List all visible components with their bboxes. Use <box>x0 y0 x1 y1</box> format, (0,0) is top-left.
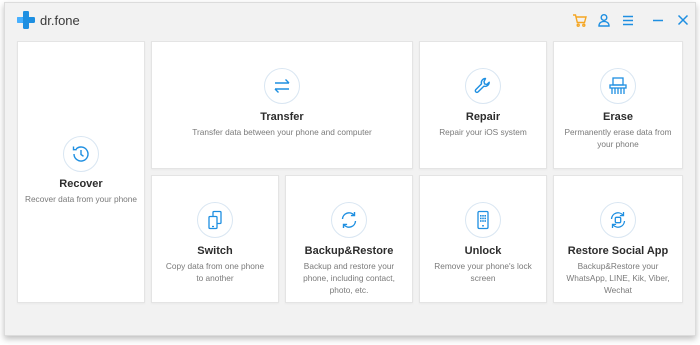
transfer-card[interactable]: Transfer Transfer data between your phon… <box>151 41 413 169</box>
transfer-desc: Transfer data between your phone and com… <box>192 127 372 137</box>
recover-card[interactable]: Recover Recover data from your phone <box>17 41 145 303</box>
switch-card[interactable]: Switch Copy data from one phone to anoth… <box>151 175 279 303</box>
restore-social-app-card[interactable]: Restore Social App Backup&Restore your W… <box>553 175 683 303</box>
minimize-icon[interactable] <box>650 12 666 28</box>
backup-restore-title: Backup&Restore <box>304 245 394 257</box>
recover-title: Recover <box>59 178 103 190</box>
wrench-icon <box>465 68 501 104</box>
repair-title: Repair <box>465 111 501 123</box>
app-name: dr.fone <box>40 12 80 28</box>
social-restore-icon <box>600 202 636 238</box>
user-icon[interactable] <box>596 12 612 28</box>
repair-card[interactable]: Repair Repair your iOS system <box>419 41 547 169</box>
recover-desc: Recover data from your phone <box>24 194 138 204</box>
erase-card[interactable]: Erase Permanently erase data from your p… <box>553 41 683 169</box>
repair-desc: Repair your iOS system <box>439 127 527 137</box>
app-window: dr.fone Recover Recover data from your p… <box>4 2 696 336</box>
restore-social-app-title: Restore Social App <box>567 245 669 257</box>
backup-restore-desc: Backup and restore your phone, including… <box>303 261 395 295</box>
phones-switch-icon <box>197 202 233 238</box>
switch-title: Switch <box>197 245 233 257</box>
close-icon[interactable] <box>675 12 691 28</box>
unlock-card[interactable]: Unlock Remove your phone's lock screen <box>419 175 547 303</box>
app-logo: dr.fone <box>17 11 80 29</box>
transfer-arrows-icon <box>264 68 300 104</box>
erase-title: Erase <box>603 111 633 123</box>
drfone-logo-icon <box>17 11 35 29</box>
cart-icon[interactable] <box>572 12 588 28</box>
erase-desc: Permanently erase data from your phone <box>564 127 672 149</box>
phone-keypad-icon <box>465 202 501 238</box>
switch-desc: Copy data from one phone to another <box>165 261 265 283</box>
sync-icon <box>331 202 367 238</box>
restore-social-app-desc: Backup&Restore your WhatsApp, LINE, Kik,… <box>566 261 670 295</box>
clock-history-icon <box>63 136 99 172</box>
unlock-title: Unlock <box>464 245 502 257</box>
title-bar: dr.fone <box>5 3 695 41</box>
backup-restore-card[interactable]: Backup&Restore Backup and restore your p… <box>285 175 413 303</box>
transfer-title: Transfer <box>260 111 304 123</box>
unlock-desc: Remove your phone's lock screen <box>434 261 532 283</box>
menu-icon[interactable] <box>620 12 636 28</box>
shredder-icon <box>600 68 636 104</box>
